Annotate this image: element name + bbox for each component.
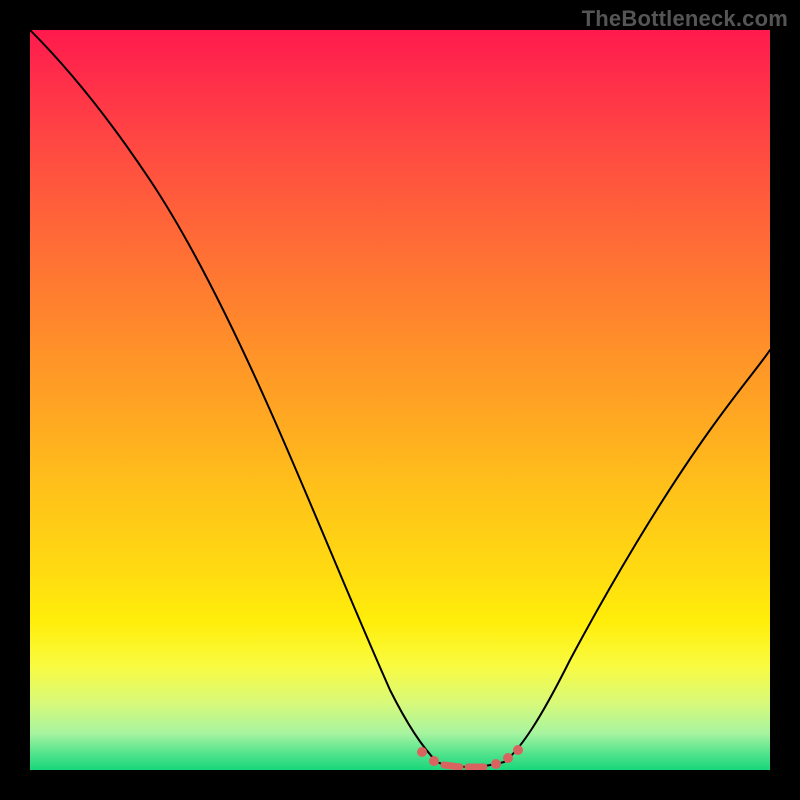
bottleneck-curve-left (30, 30, 437, 762)
valley-marker-cluster (417, 745, 523, 769)
bottleneck-curve-right (504, 350, 770, 762)
chart-stage: TheBottleneck.com (0, 0, 800, 800)
watermark-text: TheBottleneck.com (582, 6, 788, 32)
curve-layer (30, 30, 770, 770)
plot-area (30, 30, 770, 770)
